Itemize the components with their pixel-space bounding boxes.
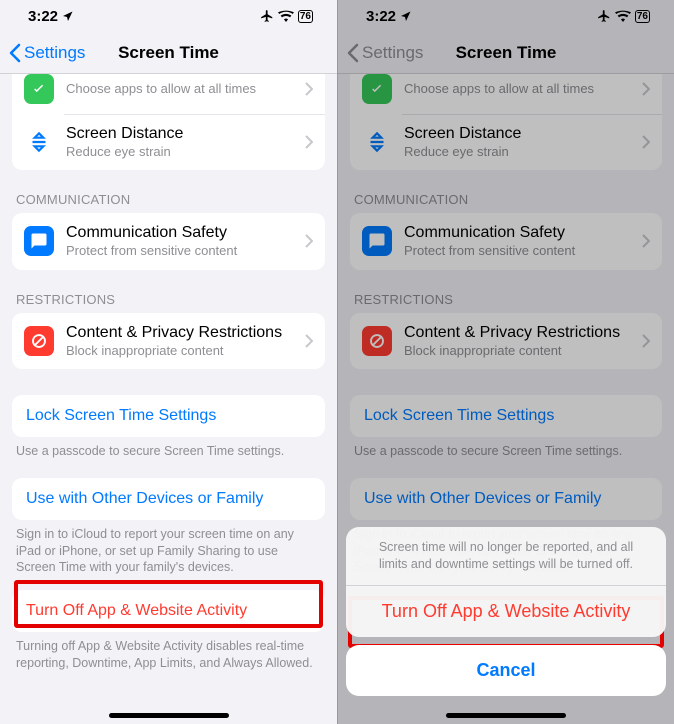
turnoff-footer: Turning off App & Website Activity disab… (0, 632, 337, 672)
status-time: 3:22 (366, 8, 396, 25)
wifi-icon (615, 10, 631, 22)
card-communication: Communication Safety Protect from sensit… (12, 213, 325, 269)
page-title: Screen Time (456, 43, 557, 63)
chevron-right-icon (305, 82, 313, 96)
distance-icon (362, 127, 392, 157)
card-limits: Choose apps to allow at all times Screen… (12, 74, 325, 170)
row-always-allowed: Choose apps to allow at all times (350, 74, 662, 114)
row-sub: Choose apps to allow at all times (66, 81, 305, 97)
row-sub: Reduce eye strain (66, 144, 305, 160)
turn-off-activity-button[interactable]: Turn Off App & Website Activity (12, 590, 325, 632)
nosign-icon (24, 326, 54, 356)
action-sheet: Screen time will no longer be reported, … (338, 527, 674, 724)
sheet-cancel-button[interactable]: Cancel (346, 645, 666, 696)
row-sub: Reduce eye strain (404, 144, 642, 160)
lock-settings-button: Lock Screen Time Settings (350, 395, 662, 437)
status-time: 3:22 (28, 8, 58, 25)
chevron-right-icon (305, 234, 313, 248)
chevron-right-icon (642, 234, 650, 248)
chevron-right-icon (305, 334, 313, 348)
sheet-message: Screen time will no longer be reported, … (346, 527, 666, 586)
battery-icon: 76 (298, 10, 313, 23)
bubble-icon (24, 226, 54, 256)
status-bar: 3:22 76 (338, 0, 674, 32)
distance-icon (24, 127, 54, 157)
row-title: Communication Safety (404, 223, 642, 243)
row-sub: Block inappropriate content (404, 343, 642, 359)
back-button[interactable]: Settings (0, 43, 85, 63)
chevron-right-icon (642, 82, 650, 96)
row-screen-distance[interactable]: Screen Distance Reduce eye strain (12, 114, 325, 170)
row-screen-distance: Screen Distance Reduce eye strain (350, 114, 662, 170)
use-other-devices-button: Use with Other Devices or Family (350, 478, 662, 520)
battery-icon: 76 (635, 10, 650, 23)
nav-bar: Settings Screen Time (338, 32, 674, 74)
page-title: Screen Time (118, 43, 219, 63)
lock-footer: Use a passcode to secure Screen Time set… (338, 437, 674, 460)
bubble-icon (362, 226, 392, 256)
sheet-turnoff-button[interactable]: Turn Off App & Website Activity (346, 586, 666, 637)
check-shield-icon (24, 74, 54, 104)
chevron-left-icon (346, 43, 360, 63)
row-title: Content & Privacy Restrictions (404, 323, 642, 343)
row-title: Screen Distance (404, 124, 642, 144)
row-sub: Protect from sensitive content (404, 243, 642, 259)
back-label: Settings (362, 43, 423, 63)
home-indicator[interactable] (109, 713, 229, 718)
home-indicator[interactable] (446, 713, 566, 718)
chevron-right-icon (642, 135, 650, 149)
airplane-icon (260, 9, 274, 23)
screen-left: 3:22 76 Settings Screen Time Choose apps… (0, 0, 337, 724)
location-icon (62, 10, 74, 22)
location-icon (400, 10, 412, 22)
row-always-allowed[interactable]: Choose apps to allow at all times (12, 74, 325, 114)
nav-bar: Settings Screen Time (0, 32, 337, 74)
row-title: Content & Privacy Restrictions (66, 323, 305, 343)
check-shield-icon (362, 74, 392, 104)
card-limits: Choose apps to allow at all times Screen… (350, 74, 662, 170)
nosign-icon (362, 326, 392, 356)
row-sub: Block inappropriate content (66, 343, 305, 359)
row-communication-safety: Communication Safety Protect from sensit… (350, 213, 662, 269)
status-bar: 3:22 76 (0, 0, 337, 32)
section-header-restrictions: RESTRICTIONS (0, 270, 337, 313)
family-footer: Sign in to iCloud to report your screen … (0, 520, 337, 577)
wifi-icon (278, 10, 294, 22)
lock-settings-button[interactable]: Lock Screen Time Settings (12, 395, 325, 437)
lock-footer: Use a passcode to secure Screen Time set… (0, 437, 337, 460)
row-sub: Protect from sensitive content (66, 243, 305, 259)
row-sub: Choose apps to allow at all times (404, 81, 642, 97)
section-header-restrictions: RESTRICTIONS (338, 270, 674, 313)
chevron-right-icon (642, 334, 650, 348)
airplane-icon (597, 9, 611, 23)
section-header-communication: COMMUNICATION (0, 170, 337, 213)
use-other-devices-button[interactable]: Use with Other Devices or Family (12, 478, 325, 520)
row-title: Communication Safety (66, 223, 305, 243)
row-content-restrictions: Content & Privacy Restrictions Block ina… (350, 313, 662, 369)
card-restrictions: Content & Privacy Restrictions Block ina… (350, 313, 662, 369)
row-title: Screen Distance (66, 124, 305, 144)
chevron-right-icon (305, 135, 313, 149)
card-restrictions: Content & Privacy Restrictions Block ina… (12, 313, 325, 369)
back-button: Settings (338, 43, 423, 63)
chevron-left-icon (8, 43, 22, 63)
row-content-restrictions[interactable]: Content & Privacy Restrictions Block ina… (12, 313, 325, 369)
section-header-communication: COMMUNICATION (338, 170, 674, 213)
card-communication: Communication Safety Protect from sensit… (350, 213, 662, 269)
screen-right: 3:22 76 Settings Screen Time Choose apps… (337, 0, 674, 724)
back-label: Settings (24, 43, 85, 63)
row-communication-safety[interactable]: Communication Safety Protect from sensit… (12, 213, 325, 269)
